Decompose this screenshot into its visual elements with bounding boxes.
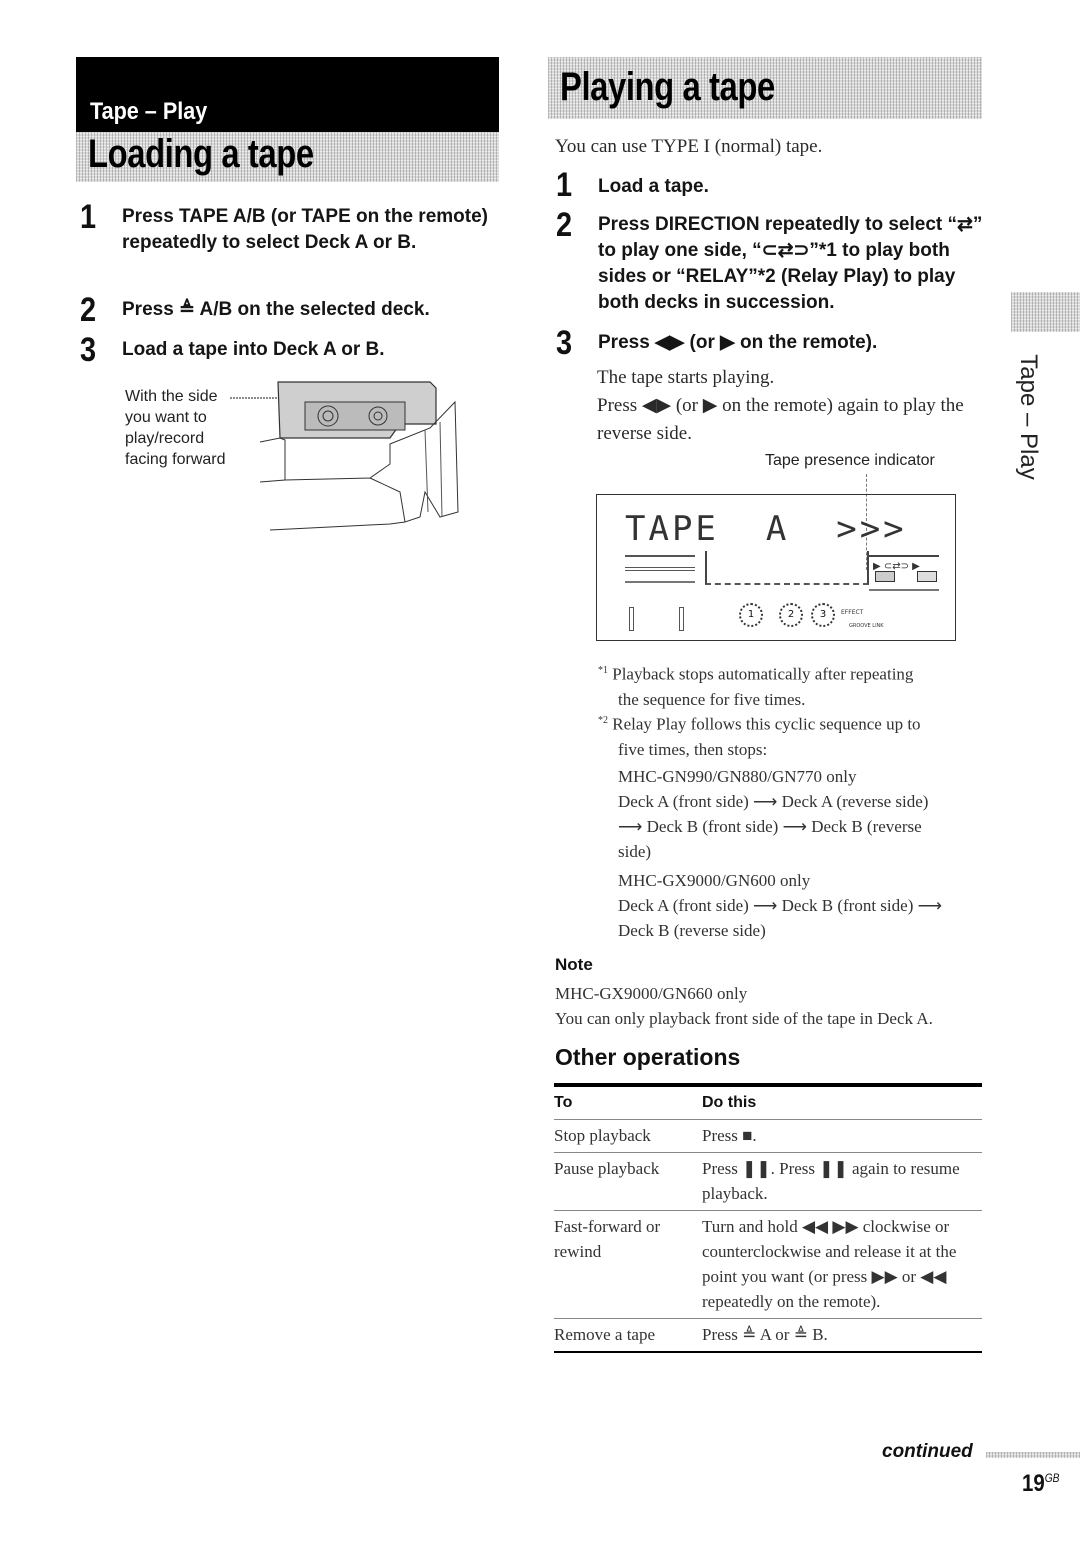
relay-sequence-2: MHC-GX9000/GN600 only Deck A (front side… (618, 871, 942, 940)
step3-body: The tape starts playing. Press ◀▶ (or ▶ … (597, 367, 964, 444)
relay-sequence-1: MHC-GN990/GN880/GN770 only Deck A (front… (618, 767, 929, 861)
note-body: MHC-GX9000/GN660 only You can only playb… (555, 984, 933, 1028)
groove-link-label: GROOVE LINK (849, 623, 884, 629)
playing-title-banner: Playing a tape (548, 57, 982, 119)
loading-title: Loading a tape (88, 132, 314, 176)
side-tab-marker (1011, 292, 1080, 332)
side-tab-label: Tape – Play (1015, 354, 1042, 480)
page-number: 19GB (1022, 1470, 1060, 1497)
illustration-caption: With the side you want to play/record fa… (125, 388, 226, 468)
effect-knob-2-icon: 2 (779, 603, 803, 627)
table-row: Fast-forward or rewind Turn and hold ◀◀ … (554, 1211, 982, 1319)
cassette-loading-illustration (230, 381, 459, 531)
front-panel-display: TAPE A >>> ▶ ⊂⇄⊃ ▶ 1 2 3 EFFECT GROOVE L… (596, 494, 956, 641)
table-row: Pause playback Press ❚❚. Press ❚❚ again … (554, 1153, 982, 1211)
table-row: Remove a tape Press ≜ A or ≜ B. (554, 1319, 982, 1353)
continued-label: continued (882, 1441, 973, 1462)
operations-table: To Do this Stop playback Press ■. Pause … (554, 1083, 982, 1353)
loading-title-banner: Loading a tape (76, 132, 499, 182)
effect-knob-1-icon: 1 (739, 603, 763, 627)
effect-knob-3-icon: 3 (811, 603, 835, 627)
deck-b-indicator-icon (917, 571, 937, 582)
note-heading: Note (555, 955, 593, 974)
continued-bar (986, 1452, 1080, 1458)
table-header: To Do this (554, 1083, 982, 1120)
playing-title: Playing a tape (560, 65, 775, 109)
category-banner: Tape – Play (76, 57, 499, 132)
display-main-text: TAPE A >>> (625, 509, 907, 549)
tape-presence-callout: Tape presence indicator (765, 452, 935, 469)
other-operations-title: Other operations (555, 1044, 741, 1070)
table-row: Stop playback Press ■. (554, 1120, 982, 1153)
footnote-2: *2 Relay Play follows this cyclic sequen… (598, 714, 921, 759)
level-meter-right (679, 607, 684, 631)
deck-a-indicator-icon (875, 571, 895, 582)
footnote-1: *1 Playback stops automatically after re… (598, 664, 914, 709)
effect-label: EFFECT (841, 609, 864, 616)
level-meter-left (629, 607, 634, 631)
category-title: Tape – Play (90, 98, 208, 125)
playing-intro: You can use TYPE I (normal) tape. (555, 136, 823, 157)
